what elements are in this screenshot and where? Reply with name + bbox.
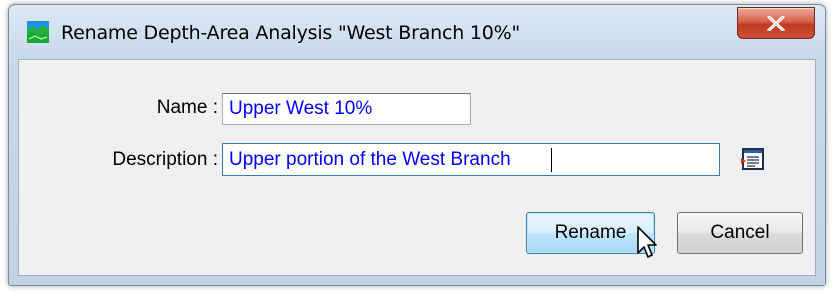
close-button[interactable] [737, 7, 815, 39]
title-bar[interactable]: Rename Depth-Area Analysis "West Branch … [9, 5, 825, 59]
description-label: Description : [112, 149, 218, 170]
text-caret [551, 148, 552, 172]
rename-dialog: Rename Depth-Area Analysis "West Branch … [8, 4, 826, 286]
name-field[interactable] [222, 93, 471, 125]
name-label: Name : [156, 97, 218, 118]
text-editor-icon [741, 148, 764, 170]
window-title: Rename Depth-Area Analysis "West Branch … [61, 22, 521, 44]
close-icon [767, 16, 785, 31]
cancel-button[interactable]: Cancel [677, 212, 803, 254]
dialog-content: Name : Description : Rename Cancel [18, 59, 816, 276]
text-editor-button[interactable] [740, 146, 766, 172]
mouse-pointer-icon [637, 226, 657, 258]
description-field[interactable] [222, 143, 720, 176]
depth-area-icon [27, 21, 49, 43]
